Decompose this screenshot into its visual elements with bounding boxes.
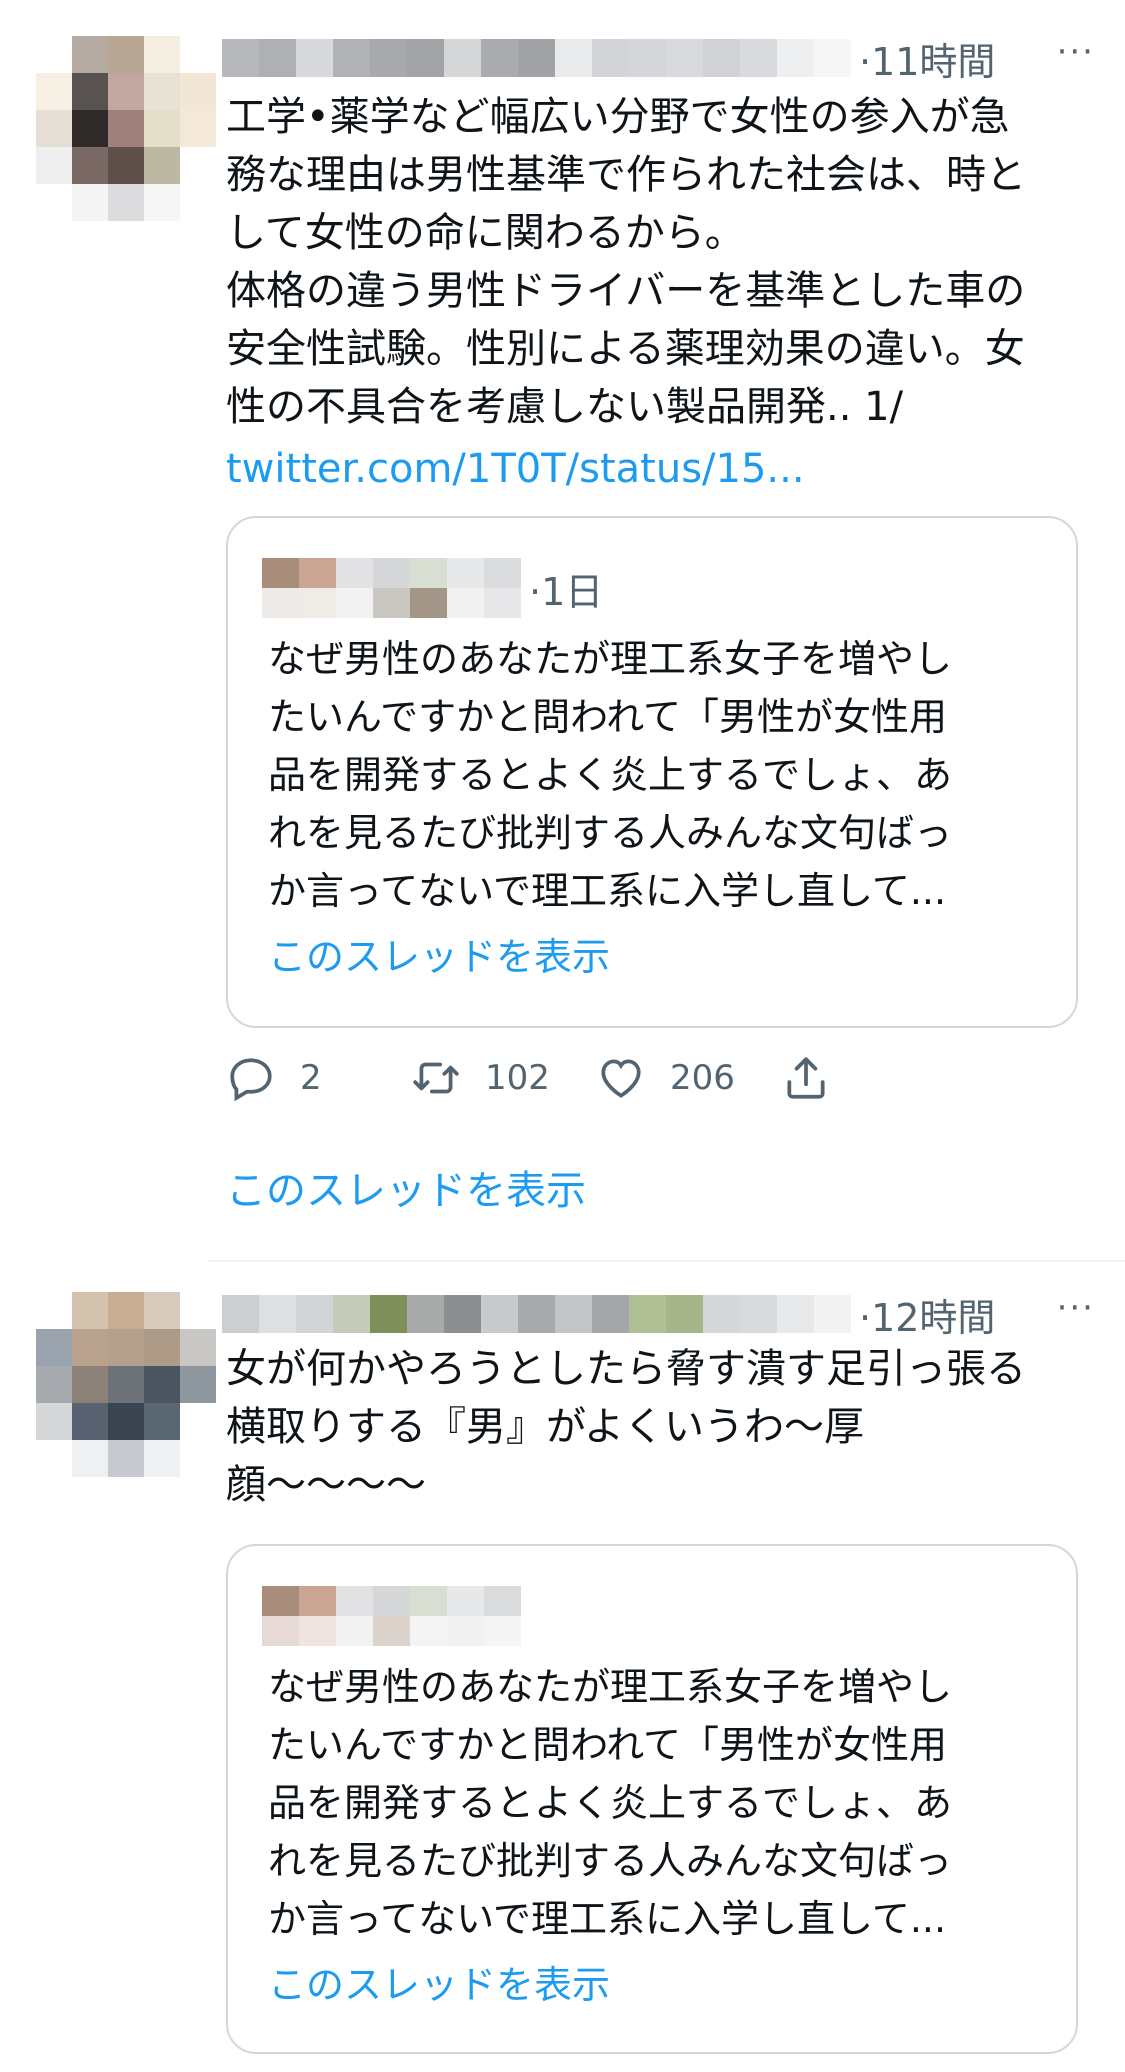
retweet-icon [413,1062,459,1094]
avatar[interactable] [36,36,216,222]
quoted-show-thread-link[interactable]: このスレッドを表示 [268,926,610,981]
more-icon[interactable]: ··· [1057,35,1095,81]
reply-button[interactable]: 2 [226,1053,411,1103]
quoted-username-blurred[interactable] [262,1586,521,1646]
retweet-count: 102 [485,1058,550,1098]
quoted-username-blurred[interactable] [262,558,521,618]
quoted-tweet-header: ·1日 [262,558,603,618]
tweet[interactable]: ·11時間 ··· 工学•薬学など幅広い分野で女性の参入が急 務な理由は男性基準… [0,0,1125,1262]
tweet-link[interactable]: twitter.com/1T0T/status/15... [226,440,805,498]
like-button[interactable]: 206 [596,1053,781,1103]
timestamp[interactable]: ·11時間 [859,31,995,86]
avatar[interactable] [36,1292,216,1478]
reply-count: 2 [300,1058,322,1098]
share-icon [787,1057,825,1099]
tweet-actions: 2 102 206 [226,1048,966,1108]
more-icon[interactable]: ··· [1057,1291,1095,1337]
like-icon [601,1059,641,1098]
quoted-timestamp[interactable]: ·1日 [529,561,603,616]
tweet-text: 女が何かやろうとしたら脅す潰す足引っ張る 横取りする『男』がよくいうわ〜厚 顔〜… [226,1346,1026,1508]
retweet-button[interactable]: 102 [411,1053,596,1103]
reply-icon [230,1058,272,1102]
username-blurred[interactable] [222,39,851,77]
tweet-header: ·12時間 ··· [222,1286,1095,1342]
share-button[interactable] [781,1053,966,1103]
tweet[interactable]: ·12時間 ··· 女が何かやろうとしたら脅す潰す足引っ張る 横取りする『男』が… [0,1262,1125,2072]
tweet-text: 工学•薬学など幅広い分野で女性の参入が急 務な理由は男性基準で作られた社会は、時… [226,94,1026,430]
show-thread-link[interactable]: このスレッドを表示 [226,1158,586,1216]
like-count: 206 [670,1058,735,1098]
tweet-header: ·11時間 ··· [222,30,1095,86]
quoted-tweet-text: なぜ男性のあなたが理工系女子を増やし たいんですかと問われて「男性が女性用 品を… [268,1665,953,1941]
quoted-show-thread-link[interactable]: このスレッドを表示 [268,1954,610,2009]
quoted-tweet-text: なぜ男性のあなたが理工系女子を増やし たいんですかと問われて「男性が女性用 品を… [268,637,953,913]
quoted-tweet[interactable]: なぜ男性のあなたが理工系女子を増やし たいんですかと問われて「男性が女性用 品を… [226,1544,1078,2054]
username-blurred[interactable] [222,1295,851,1333]
quoted-tweet[interactable]: ·1日 なぜ男性のあなたが理工系女子を増やし たいんですかと問われて「男性が女性… [226,516,1078,1028]
timestamp[interactable]: ·12時間 [859,1287,995,1342]
quoted-tweet-header [262,1586,529,1646]
